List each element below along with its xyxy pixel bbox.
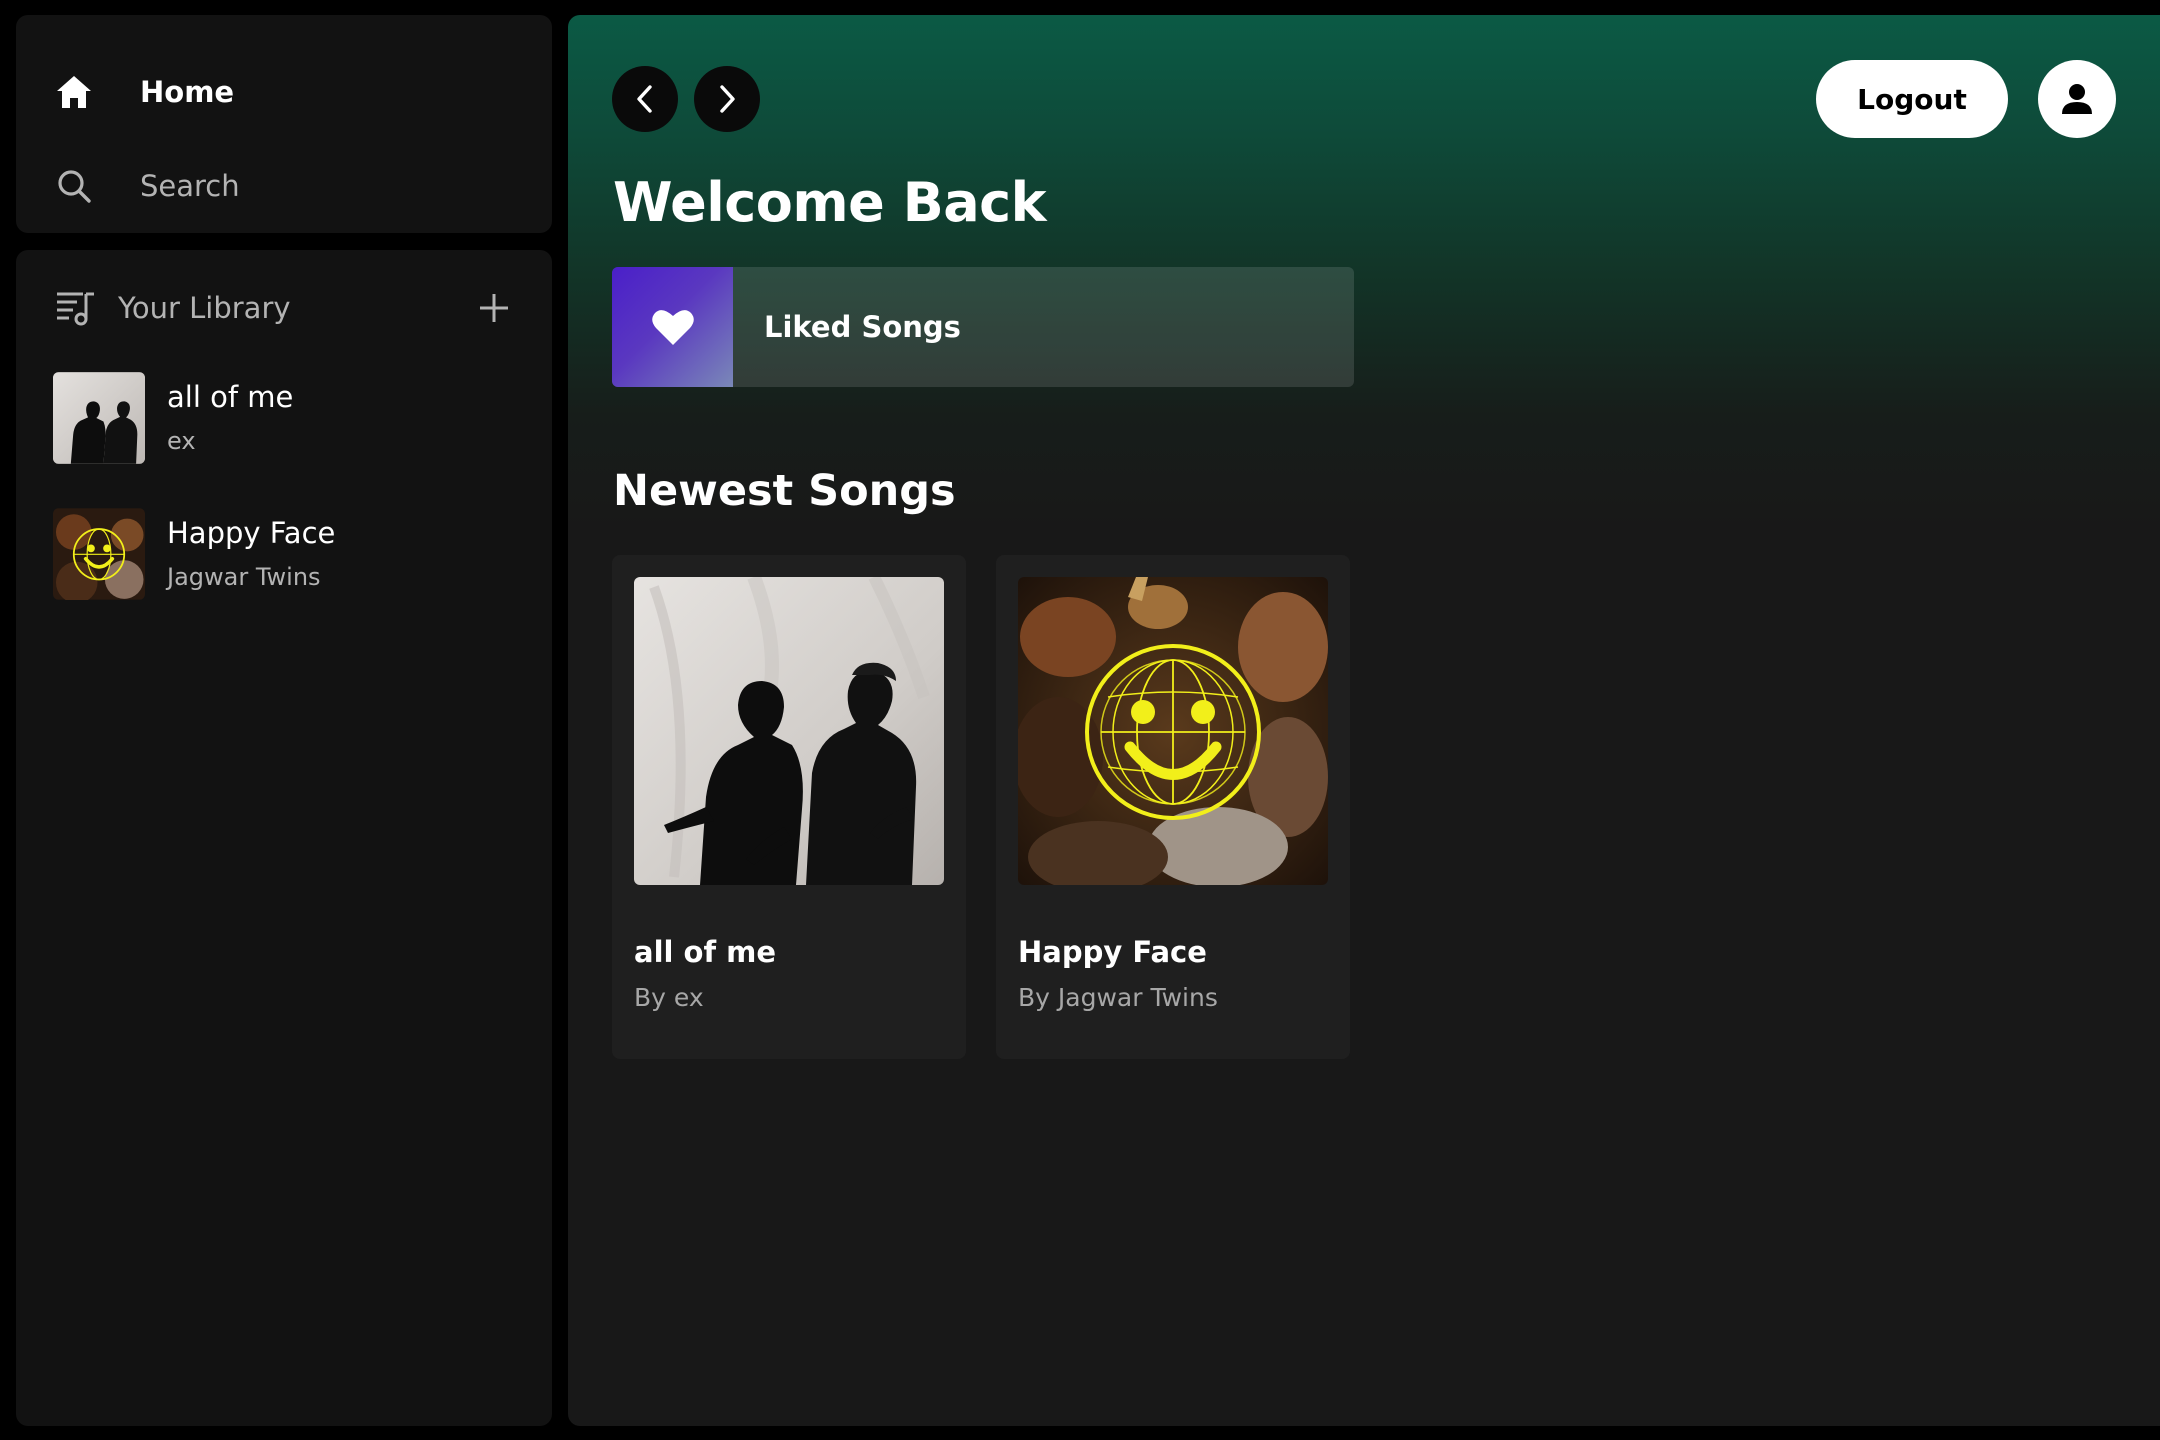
artist-prefix: By (1018, 983, 1050, 1012)
sidebar-item-search[interactable]: Search (54, 166, 240, 206)
home-label: Home (140, 75, 235, 109)
app: Home Search Your Library all of me ex Ha… (0, 0, 2160, 1440)
library-item-artist: ex (167, 427, 196, 455)
user-icon (2062, 84, 2092, 114)
heart-icon (651, 310, 694, 345)
library-panel: Your Library all of me ex Happy Face Jag… (16, 250, 552, 1426)
liked-songs-card[interactable]: Liked Songs (612, 267, 1354, 387)
home-icon (54, 72, 94, 112)
add-playlist-button[interactable] (474, 288, 514, 328)
album-cover-all-of-me-thumb (53, 372, 145, 464)
song-title: Happy Face (1018, 935, 1207, 969)
library-item-name: all of me (167, 380, 294, 414)
logout-button[interactable]: Logout (1816, 60, 2008, 138)
library-title[interactable]: Your Library (118, 291, 291, 325)
chevron-right-icon (720, 85, 735, 113)
chevron-left-icon (637, 85, 652, 113)
main-content: Logout Welcome Back Liked Songs Newest S… (568, 15, 2160, 1426)
album-cover-all-of-me (634, 577, 944, 885)
library-list: all of me ex Happy Face Jagwar Twins (53, 372, 532, 644)
song-card[interactable]: all of me By ex (612, 555, 966, 1059)
song-artist: By ex (634, 983, 704, 1012)
search-label: Search (140, 169, 240, 203)
library-item-artist: Jagwar Twins (167, 563, 321, 591)
library-header: Your Library (54, 284, 514, 332)
plus-icon (480, 294, 508, 322)
library-item-text: Happy Face Jagwar Twins (167, 515, 335, 593)
artist-prefix: By (634, 983, 666, 1012)
song-artist: By Jagwar Twins (1018, 983, 1218, 1012)
sidebar-nav: Home Search (16, 15, 552, 233)
library-icon[interactable] (54, 286, 98, 330)
artist-name: ex (673, 983, 704, 1012)
library-item-happy-face[interactable]: Happy Face Jagwar Twins (53, 508, 532, 600)
library-item-name: Happy Face (167, 516, 336, 550)
liked-songs-art (612, 267, 733, 387)
back-button[interactable] (612, 66, 678, 132)
library-item-text: all of me ex (167, 379, 293, 457)
section-title-newest: Newest Songs (613, 466, 956, 516)
album-cover-happy-face-thumb (53, 508, 145, 600)
sidebar-item-home[interactable]: Home (54, 72, 234, 112)
profile-button[interactable] (2038, 60, 2116, 138)
song-title: all of me (634, 935, 777, 969)
search-icon (54, 166, 94, 206)
artist-name: Jagwar Twins (1057, 983, 1218, 1012)
liked-songs-label: Liked Songs (764, 310, 961, 344)
page-title: Welcome Back (613, 171, 1047, 234)
song-card[interactable]: Happy Face By Jagwar Twins (996, 555, 1350, 1059)
forward-button[interactable] (694, 66, 760, 132)
library-item-all-of-me[interactable]: all of me ex (53, 372, 532, 464)
album-cover-happy-face (1018, 577, 1328, 885)
